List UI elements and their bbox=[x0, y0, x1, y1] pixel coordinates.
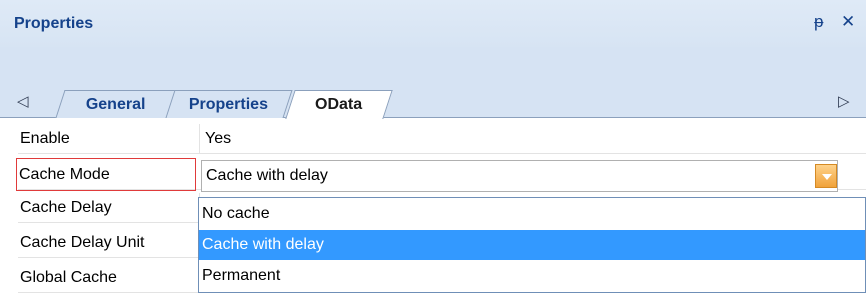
property-name: Cache Delay bbox=[18, 193, 200, 222]
tab-properties-label: Properties bbox=[189, 96, 269, 113]
property-name: Global Cache bbox=[18, 263, 200, 292]
tab-strip: ◁ General Properties OData ▷ bbox=[0, 87, 866, 119]
property-value[interactable]: Yes bbox=[205, 124, 231, 153]
property-name-highlighted: Cache Mode bbox=[16, 158, 196, 191]
panel-title: Properties bbox=[14, 15, 94, 32]
property-row-enable[interactable]: Enable Yes bbox=[18, 124, 866, 154]
pin-icon[interactable]: ᵽ bbox=[814, 12, 823, 32]
panel-band bbox=[0, 47, 866, 87]
dropdown-arrow-button[interactable] bbox=[815, 164, 837, 188]
dropdown-option-permanent[interactable]: Permanent bbox=[199, 261, 865, 291]
dropdown-option-no-cache[interactable]: No cache bbox=[199, 199, 865, 229]
property-name: Enable bbox=[18, 124, 200, 153]
tab-odata-label: OData bbox=[315, 96, 363, 113]
combobox-value: Cache with delay bbox=[206, 167, 328, 184]
tab-odata[interactable]: OData bbox=[285, 90, 393, 119]
property-name: Cache Delay Unit bbox=[18, 228, 200, 257]
tab-general[interactable]: General bbox=[55, 90, 177, 118]
cache-mode-combobox[interactable]: Cache with delay bbox=[201, 160, 838, 192]
panel-titlebar: Properties ᵽ ✕ bbox=[0, 0, 866, 47]
dropdown-option-cache-with-delay[interactable]: Cache with delay bbox=[199, 230, 865, 260]
cache-mode-dropdown-list: No cache Cache with delay Permanent bbox=[198, 197, 866, 293]
tab-scroll-right-icon[interactable]: ▷ bbox=[838, 92, 850, 110]
close-icon[interactable]: ✕ bbox=[841, 12, 855, 32]
tab-properties[interactable]: Properties bbox=[165, 90, 293, 118]
tab-scroll-left-icon[interactable]: ◁ bbox=[17, 92, 29, 110]
properties-panel: Properties ᵽ ✕ ◁ General Properties ODat… bbox=[0, 0, 866, 307]
tab-general-label: General bbox=[86, 96, 146, 113]
